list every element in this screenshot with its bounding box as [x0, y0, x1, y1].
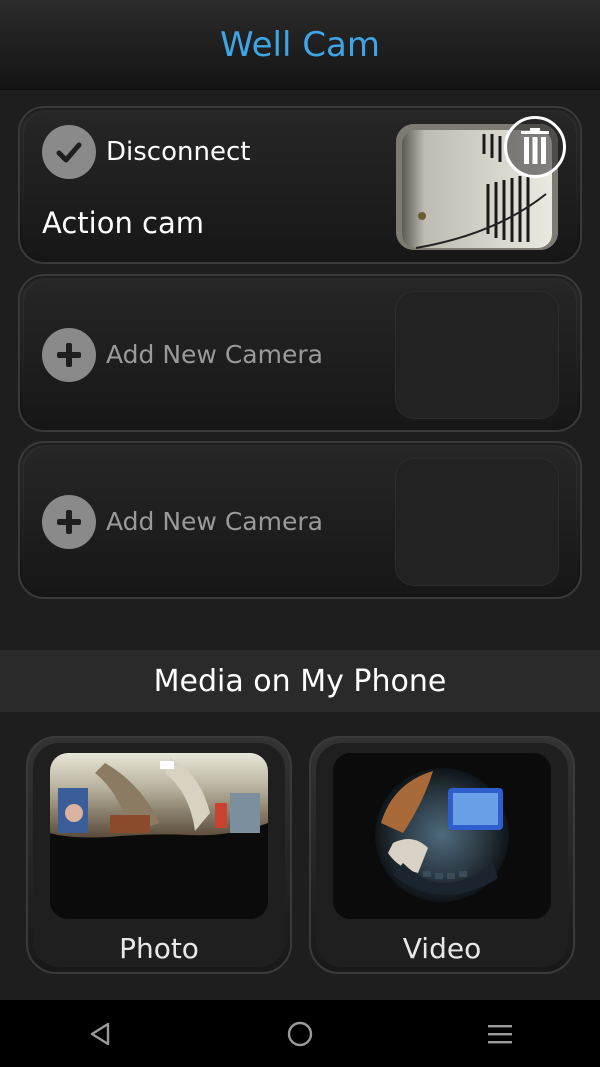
back-icon: [90, 1022, 110, 1045]
disconnect-button[interactable]: [42, 125, 96, 179]
system-navigation-bar: [0, 1000, 600, 1067]
back-button[interactable]: [70, 1004, 130, 1064]
empty-camera-slot: [396, 459, 558, 585]
media-section-title: Media on My Phone: [153, 663, 447, 699]
fisheye-thumbnail: [333, 753, 551, 919]
plus-icon: [57, 510, 81, 534]
plus-icon: [57, 343, 81, 367]
home-icon: [287, 1021, 313, 1046]
menu-button[interactable]: [470, 1004, 530, 1064]
panorama-thumbnail: [50, 753, 268, 919]
add-camera-button[interactable]: [42, 495, 96, 549]
camera-card-action-cam[interactable]: Disconnect Action cam: [18, 106, 582, 264]
media-section-header: Media on My Phone: [0, 650, 600, 712]
video-gallery-card[interactable]: Video: [309, 736, 575, 974]
photo-gallery-card[interactable]: Photo: [26, 736, 292, 974]
app-title: Well Cam: [220, 24, 380, 65]
add-camera-label: Add New Camera: [106, 340, 323, 369]
delete-camera-button[interactable]: [504, 116, 566, 178]
add-camera-card[interactable]: Add New Camera: [18, 441, 582, 599]
add-camera-card[interactable]: Add New Camera: [18, 274, 582, 432]
add-camera-label: Add New Camera: [106, 507, 323, 536]
menu-icon: [488, 1024, 512, 1043]
trash-icon: [521, 128, 549, 164]
home-button[interactable]: [270, 1004, 330, 1064]
app-header: Well Cam: [0, 0, 600, 90]
video-label: Video: [402, 932, 482, 965]
camera-name: Action cam: [42, 206, 205, 240]
disconnect-label: Disconnect: [106, 137, 251, 167]
empty-camera-slot: [396, 292, 558, 418]
fisheye-image: [333, 753, 551, 919]
panorama-image: [50, 753, 268, 919]
check-icon: [56, 142, 82, 163]
photo-label: Photo: [119, 932, 199, 965]
add-camera-button[interactable]: [42, 328, 96, 382]
